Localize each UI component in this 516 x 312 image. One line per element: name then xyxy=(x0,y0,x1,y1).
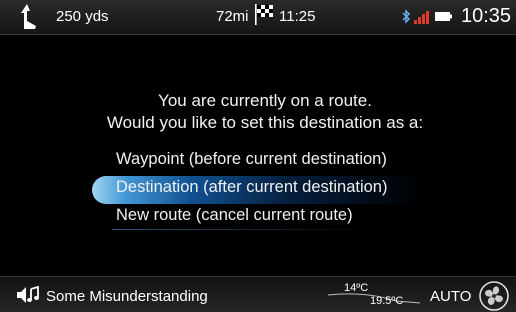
clock: 10:35 xyxy=(461,5,512,27)
turn-distance: 250 yds xyxy=(56,8,109,25)
speaker-music-icon[interactable] xyxy=(16,285,42,305)
option-new-route[interactable]: New route (cancel current route) xyxy=(116,202,353,228)
temp-left[interactable]: 14ºC xyxy=(344,282,368,294)
route-prompt: You are currently on a route. Would you … xyxy=(0,90,516,134)
checkered-flag-icon xyxy=(255,4,273,25)
option-waypoint[interactable]: Waypoint (before current destination) xyxy=(116,146,387,172)
option-destination[interactable]: Destination (after current destination) xyxy=(116,174,387,200)
fan-icon[interactable] xyxy=(478,280,510,312)
now-playing-track[interactable]: Some Misunderstanding xyxy=(46,288,208,305)
bluetooth-icon xyxy=(402,9,410,24)
bottom-bar: Some Misunderstanding 14ºC 19.5ºC AUTO xyxy=(0,276,516,312)
option-divider xyxy=(112,229,372,230)
signal-strength-icon xyxy=(414,11,429,24)
turn-arrow-icon xyxy=(21,4,36,29)
status-bar: 250 yds 72mi 11:25 10:35 xyxy=(0,0,516,35)
eta-time: 11:25 xyxy=(279,8,316,25)
climate-mode[interactable]: AUTO xyxy=(430,288,471,305)
battery-icon xyxy=(435,12,452,21)
range-remaining: 72mi xyxy=(216,8,249,25)
prompt-line-2: Would you like to set this destination a… xyxy=(106,113,424,132)
prompt-line-1: You are currently on a route. xyxy=(158,91,372,110)
temp-right[interactable]: 19.5ºC xyxy=(370,295,403,307)
